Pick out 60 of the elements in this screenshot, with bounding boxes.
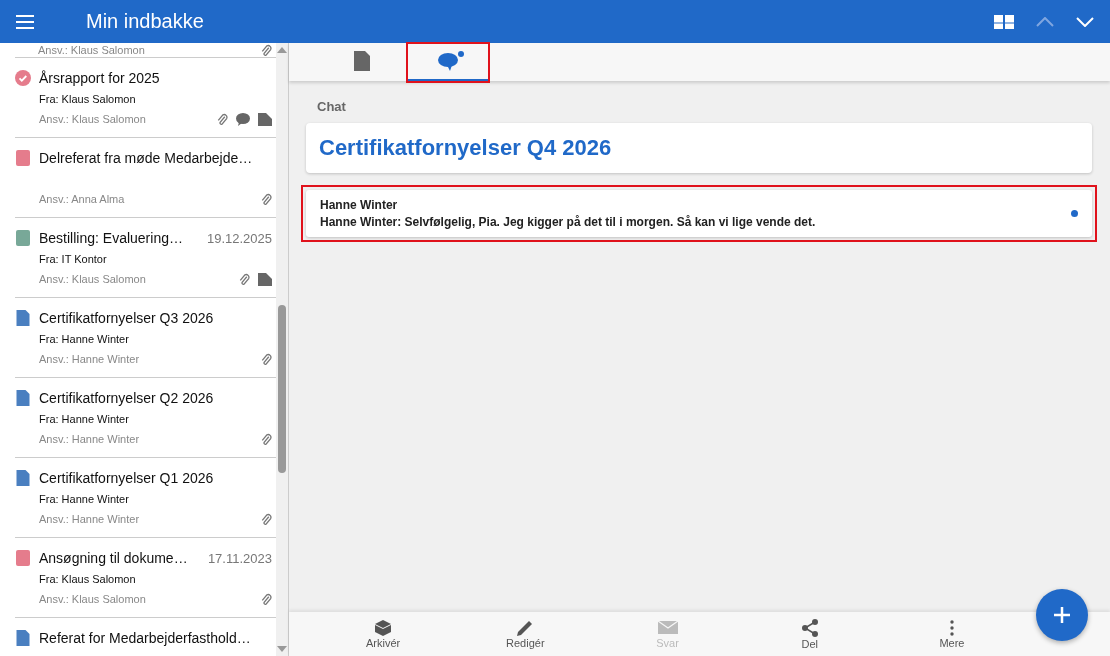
chevron-down-icon[interactable]: [1076, 16, 1094, 27]
responsible-text: Ansv.: Klaus Salomon: [39, 113, 146, 125]
responsible-text: Ansv.: Hanne Winter: [39, 513, 140, 525]
item-title: Certifikatfornyelser Q2 2026: [39, 390, 215, 406]
item-title: Delreferat fra møde Medarbejde…: [39, 150, 254, 166]
responsible-text: Ansv.: Klaus Salomon: [38, 44, 145, 56]
edit-button[interactable]: Redigér: [454, 612, 597, 656]
more-icon: [949, 619, 954, 636]
responsible-text: Ansv.: Hanne Winter: [39, 353, 140, 365]
item-title: Certifikatfornyelser Q1 2026: [39, 470, 215, 486]
paperclip-icon: [260, 592, 272, 606]
paperclip-icon: [216, 112, 228, 126]
menu-icon[interactable]: [16, 14, 34, 29]
item-title: Certifikatfornyelser Q3 2026: [39, 310, 215, 326]
sender-text: Fra: Hanne Winter: [39, 413, 129, 425]
app-title: Min indbakke: [86, 10, 204, 33]
sender-text: Fra: Hanne Winter: [39, 333, 129, 345]
note-icon: [258, 112, 272, 126]
item-date: 17.11.2023: [207, 550, 272, 566]
paperclip-icon: [260, 192, 272, 206]
paperclip-icon: [260, 432, 272, 446]
scrollbar[interactable]: [276, 43, 288, 656]
item-title: Bestilling: Evaluering…: [39, 230, 184, 246]
section-label: Chat: [317, 99, 347, 114]
responsible-text: Ansv.: Hanne Winter: [39, 433, 140, 445]
paperclip-icon: [260, 512, 272, 526]
sender-text: Fra: Hanne Winter: [39, 493, 129, 505]
share-icon: [801, 618, 818, 637]
item-title: Referat for Medarbejderfasthold…: [39, 630, 252, 646]
responsible-text: Ansv.: Klaus Salomon: [39, 273, 146, 285]
paperclip-icon: [260, 352, 272, 366]
subject-title: Certifikatfornyelser Q4 2026: [319, 135, 612, 160]
item-title: Ansøgning til dokume…: [39, 550, 189, 566]
add-button[interactable]: [1036, 589, 1088, 641]
responsible-text: Ansv.: Anna Alma: [39, 193, 125, 205]
document-icon: [354, 51, 370, 71]
pencil-icon: [517, 619, 534, 636]
more-button[interactable]: Mere: [880, 612, 1023, 656]
speech-bubble-icon: [437, 50, 459, 73]
chat-message[interactable]: Hanne Winter Hanne Winter: Selvfølgelig, Pia. Jeg kigger på det til i morgen. Så kan vi lige vende det.: [306, 190, 1092, 237]
sender-text: Fra: Klaus Salomon: [39, 573, 136, 585]
item-title: Årsrapport for 2025: [39, 70, 161, 86]
archive-button[interactable]: Arkivér: [312, 612, 455, 656]
message-text: Hanne Winter: Selvfølgelig, Pia. Jeg kigger på det til i morgen. Så kan vi lige vende det.: [320, 215, 817, 229]
share-button[interactable]: Del: [738, 612, 881, 656]
sender-text: Fra: Klaus Salomon: [39, 93, 136, 105]
item-date: 19.12.2025: [206, 230, 272, 246]
speech-bubble-icon: [236, 112, 250, 126]
note-icon: [258, 272, 272, 286]
scrollbar-thumb[interactable]: [278, 305, 286, 473]
paperclip-icon: [238, 272, 250, 286]
envelope-icon: [657, 619, 678, 636]
message-author: Hanne Winter: [320, 198, 399, 212]
inbox-item[interactable]: Årsrapport for 2025 Fra: Klaus Salomon Ansv.: Klaus Salomon: [15, 58, 276, 138]
plus-icon: [1052, 605, 1072, 625]
box-icon: [374, 619, 393, 636]
chat-tab[interactable]: [408, 44, 488, 81]
sender-text: Fra: IT Kontor: [39, 253, 107, 265]
paperclip-icon: [260, 43, 272, 57]
responsible-text: Ansv.: Klaus Salomon: [39, 593, 146, 605]
